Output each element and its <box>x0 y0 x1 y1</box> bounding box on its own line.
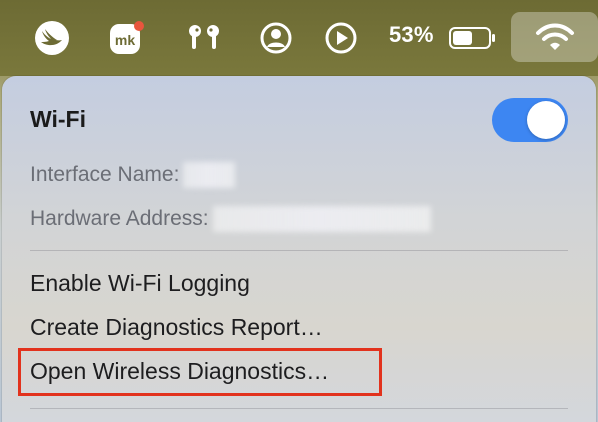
svg-text:mk: mk <box>115 32 135 48</box>
hardware-address-label: Hardware Address: <box>30 206 209 230</box>
menu-item-create-diagnostics-report[interactable]: Create Diagnostics Report… <box>30 314 323 341</box>
redacted-hardware-address <box>212 206 431 232</box>
hardware-address-row: Hardware Address: <box>30 206 431 232</box>
menu-bar: mk 53% <box>0 0 598 76</box>
wifi-icon <box>535 23 574 50</box>
battery-percent: 53% <box>389 22 434 47</box>
redacted-interface-name <box>183 162 236 188</box>
user-account-icon[interactable] <box>254 0 298 76</box>
airpods-icon[interactable] <box>182 0 226 76</box>
menu-divider <box>30 250 568 251</box>
menu-item-enable-wifi-logging[interactable]: Enable Wi-Fi Logging <box>30 270 250 297</box>
swift-bird-icon[interactable] <box>30 0 74 76</box>
mk-app-icon[interactable]: mk <box>104 0 148 76</box>
wifi-menu-button[interactable] <box>511 12 598 62</box>
menu-divider-bottom <box>30 408 568 409</box>
interface-name-row: Interface Name: <box>30 162 236 188</box>
wifi-dropdown-menu: Wi-Fi Interface Name: Hardware Address: … <box>2 76 596 422</box>
interface-name-label: Interface Name: <box>30 162 180 186</box>
highlight-annotation <box>18 348 382 396</box>
battery-icon[interactable] <box>446 0 500 76</box>
menu-title: Wi-Fi <box>30 106 86 132</box>
play-circle-icon[interactable] <box>319 0 363 76</box>
wifi-toggle[interactable] <box>492 98 568 142</box>
toggle-knob <box>527 101 565 139</box>
